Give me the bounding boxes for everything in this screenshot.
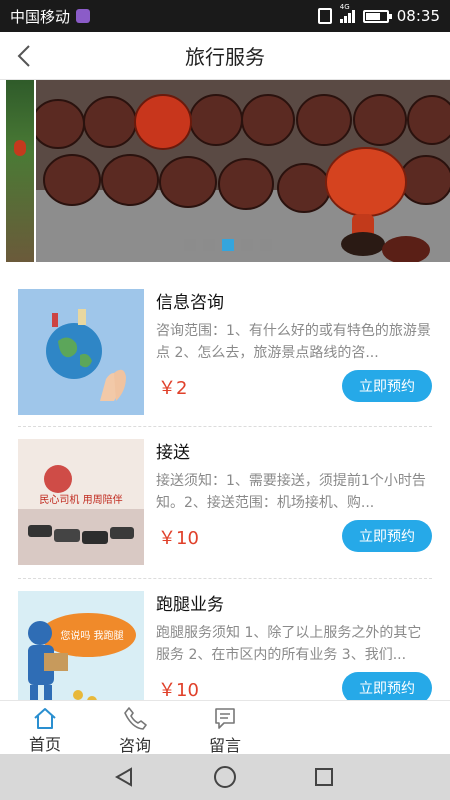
system-nav-bar (0, 754, 450, 800)
tab-consult[interactable]: 咨询 (100, 701, 170, 755)
phone-icon (122, 705, 148, 731)
banner-image (31, 80, 450, 264)
carousel-dot[interactable] (203, 239, 215, 251)
triangle-back-icon (114, 767, 132, 787)
tab-home[interactable]: 首页 (10, 701, 80, 755)
service-price: ￥10 (158, 528, 199, 549)
globe-travel-image (18, 289, 144, 415)
carousel-indicators (184, 239, 272, 251)
service-price: ￥10 (158, 680, 199, 701)
nav-recents-button[interactable] (304, 757, 344, 797)
service-description: 跑腿服务须知 1、除了以上服务之外的其它服务 2、在市区内的所有业务 3、我们.… (156, 625, 422, 663)
circle-home-icon (214, 766, 236, 788)
page-title: 旅行服务 (185, 45, 265, 69)
bottom-tab-bar: 首页 咨询 留言 (0, 700, 450, 755)
divider (18, 578, 432, 579)
signal-icon: 4G (339, 3, 355, 23)
service-title: 信息咨询 (156, 293, 224, 313)
message-icon (212, 705, 238, 731)
battery-icon (362, 9, 392, 23)
carousel-dot[interactable] (260, 239, 272, 251)
service-title: 跑腿业务 (156, 595, 224, 615)
chevron-left-icon (17, 45, 30, 67)
network-type-label: 4G (339, 3, 350, 11)
vibrate-icon (317, 8, 332, 24)
tab-message[interactable]: 留言 (190, 701, 260, 755)
status-bar: 中国移动 4G 08:35 (0, 0, 450, 32)
bead-bracelet-image (31, 80, 450, 264)
banner-prev-slide-peek (6, 80, 34, 262)
carousel-dot[interactable] (222, 239, 234, 251)
courier-promo-image: 您说吗 我跑腿 (18, 591, 144, 717)
carrier-label: 中国移动 (10, 7, 71, 26)
service-price: ￥2 (158, 378, 188, 399)
divider (18, 426, 432, 427)
thumb-caption: 民心司机 用周陪伴 (39, 493, 122, 506)
nav-home-button[interactable] (205, 757, 245, 797)
service-description: 咨询范围：1、有什么好的或有特色的旅游景点 2、怎么去，旅游景点路线的咨... (156, 323, 431, 361)
carousel-dot[interactable] (184, 239, 196, 251)
service-thumbnail: 您说吗 我跑腿 (18, 591, 144, 717)
service-thumbnail: 民心司机 用周陪伴 (18, 439, 144, 565)
book-now-button[interactable]: 立即预约 (342, 520, 432, 552)
battery-level (365, 12, 380, 20)
square-recents-icon (315, 768, 333, 786)
carousel-dot[interactable] (241, 239, 253, 251)
cars-promo-image: 民心司机 用周陪伴 (18, 439, 144, 565)
list-item[interactable]: 信息咨询 咨询范围：1、有什么好的或有特色的旅游景点 2、怎么去，旅游景点路线的… (0, 286, 450, 418)
thumb-caption: 您说吗 我跑腿 (60, 629, 123, 642)
tab-label: 咨询 (118, 736, 151, 755)
list-item[interactable]: 民心司机 用周陪伴 接送 接送须知：1、需要接送，须提前1个小时告知。2、接送范… (0, 436, 450, 568)
clock: 08:35 (396, 7, 440, 25)
status-right: 4G 08:35 (317, 3, 440, 25)
service-thumbnail (18, 289, 144, 415)
header: 旅行服务 (0, 32, 450, 80)
service-description: 接送须知：1、需要接送，须提前1个小时告知。2、接送范围：机场接机、购... (156, 473, 426, 511)
tab-label: 留言 (208, 736, 241, 755)
home-icon (32, 705, 58, 730)
status-left: 中国移动 (10, 6, 91, 27)
book-now-button[interactable]: 立即预约 (342, 370, 432, 402)
service-title: 接送 (156, 443, 190, 463)
back-button[interactable] (4, 36, 44, 76)
sim-icon (76, 9, 91, 23)
nav-back-button[interactable] (104, 757, 144, 797)
tab-label: 首页 (28, 735, 61, 754)
